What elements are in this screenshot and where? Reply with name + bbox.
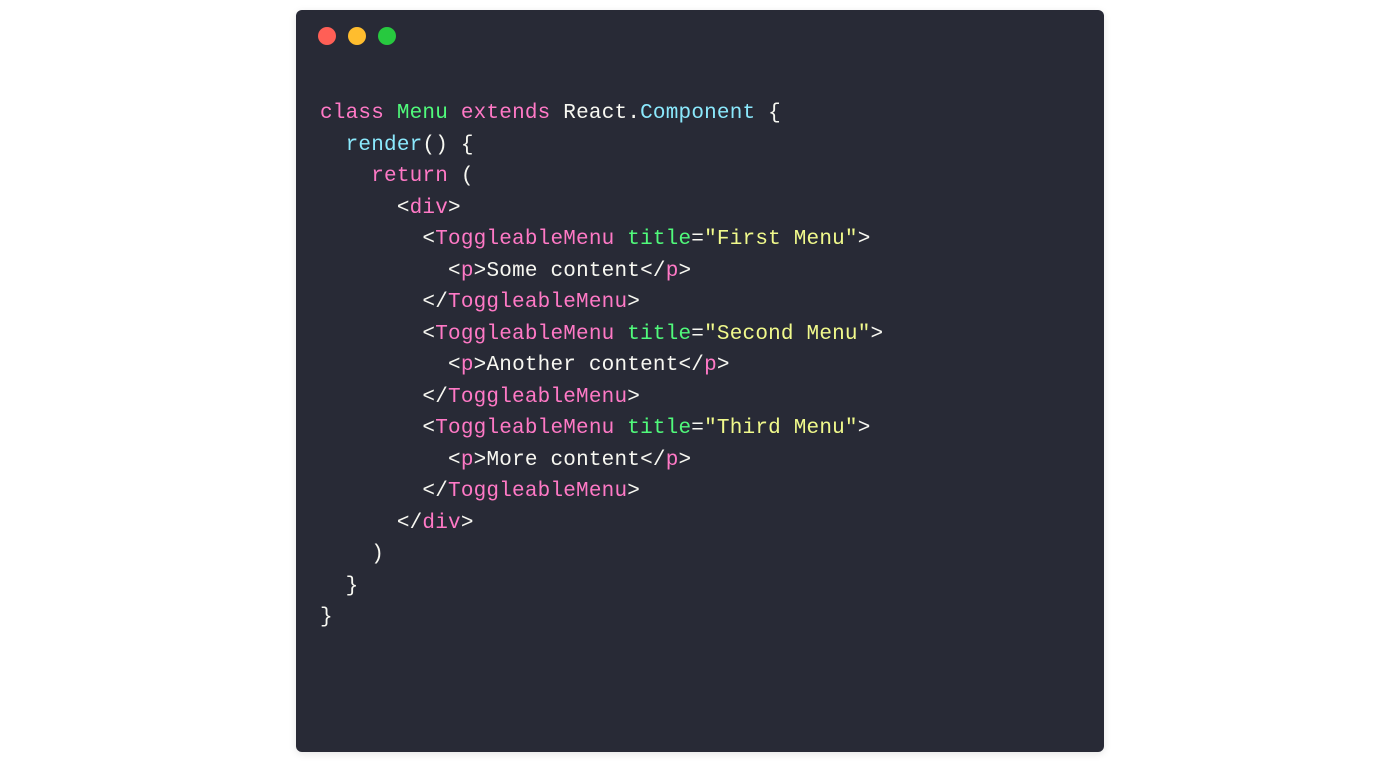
angle-close: > <box>858 417 871 440</box>
angle-open-slash: </ <box>422 291 448 314</box>
angle-open: < <box>422 417 435 440</box>
angle-open: < <box>448 354 461 377</box>
p-tag-close: p <box>704 354 717 377</box>
return-paren: ( <box>448 165 474 188</box>
window-titlebar <box>296 10 1104 62</box>
component-class: Component <box>640 102 755 125</box>
angle-close: > <box>717 354 730 377</box>
p-tag: p <box>461 260 474 283</box>
keyword-extends: extends <box>461 102 551 125</box>
angle-close: > <box>679 260 692 283</box>
toggleablemenu-tag: ToggleableMenu <box>435 323 614 346</box>
close-brace-inner: } <box>346 575 359 598</box>
keyword-return: return <box>371 165 448 188</box>
keyword-class: class <box>320 102 384 125</box>
title-value-2: "Second Menu" <box>704 323 870 346</box>
content-text-3: More content <box>486 449 640 472</box>
toggleablemenu-tag-close: ToggleableMenu <box>448 291 627 314</box>
angle-open-slash: </ <box>679 354 705 377</box>
equals: = <box>691 323 704 346</box>
toggleablemenu-tag-close: ToggleableMenu <box>448 386 627 409</box>
angle-close: > <box>627 386 640 409</box>
code-window: class Menu extends React.Component { ren… <box>296 10 1104 752</box>
close-brace-outer: } <box>320 606 333 629</box>
angle-open-slash: </ <box>397 512 423 535</box>
div-tag: div <box>410 197 448 220</box>
toggleablemenu-tag: ToggleableMenu <box>435 417 614 440</box>
angle-open-slash: </ <box>640 260 666 283</box>
angle-open-slash: </ <box>422 480 448 503</box>
angle-close: > <box>627 291 640 314</box>
angle-open-slash: </ <box>422 386 448 409</box>
open-brace: { <box>755 102 781 125</box>
angle-open: < <box>422 323 435 346</box>
angle-close: > <box>474 354 487 377</box>
p-tag: p <box>461 354 474 377</box>
react-object: React <box>563 102 627 125</box>
angle-close: > <box>627 480 640 503</box>
close-paren: ) <box>371 543 384 566</box>
angle-open: < <box>397 197 410 220</box>
minimize-icon[interactable] <box>348 27 366 45</box>
render-sig: () { <box>422 134 473 157</box>
code-block: class Menu extends React.Component { ren… <box>296 62 1104 658</box>
equals: = <box>691 228 704 251</box>
angle-close: > <box>448 197 461 220</box>
angle-close: > <box>461 512 474 535</box>
title-attr: title <box>627 323 691 346</box>
p-tag-close: p <box>666 449 679 472</box>
angle-close: > <box>871 323 884 346</box>
maximize-icon[interactable] <box>378 27 396 45</box>
angle-close: > <box>679 449 692 472</box>
dot-punct: . <box>627 102 640 125</box>
angle-close: > <box>474 260 487 283</box>
equals: = <box>691 417 704 440</box>
angle-open-slash: </ <box>640 449 666 472</box>
title-attr: title <box>627 417 691 440</box>
content-text-1: Some content <box>486 260 640 283</box>
p-tag-close: p <box>666 260 679 283</box>
angle-open: < <box>448 260 461 283</box>
angle-close: > <box>858 228 871 251</box>
title-attr: title <box>627 228 691 251</box>
close-icon[interactable] <box>318 27 336 45</box>
p-tag: p <box>461 449 474 472</box>
title-value-1: "First Menu" <box>704 228 858 251</box>
title-value-3: "Third Menu" <box>704 417 858 440</box>
class-name: Menu <box>397 102 448 125</box>
toggleablemenu-tag: ToggleableMenu <box>435 228 614 251</box>
angle-close: > <box>474 449 487 472</box>
div-tag-close: div <box>422 512 460 535</box>
toggleablemenu-tag-close: ToggleableMenu <box>448 480 627 503</box>
angle-open: < <box>448 449 461 472</box>
content-text-2: Another content <box>486 354 678 377</box>
render-method: render <box>346 134 423 157</box>
angle-open: < <box>422 228 435 251</box>
